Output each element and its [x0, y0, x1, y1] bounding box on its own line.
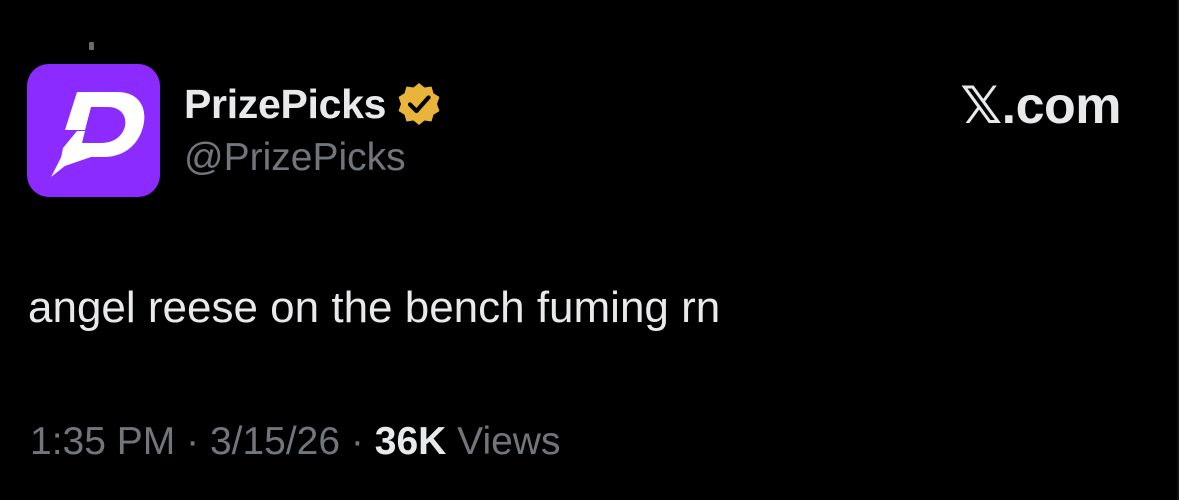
- handle[interactable]: @PrizePicks: [184, 132, 442, 184]
- post-text: angel reese on the bench fuming rn: [28, 283, 721, 332]
- views-label: Views: [457, 420, 561, 463]
- status-dot: [89, 42, 94, 50]
- meta-separator: ·: [350, 420, 364, 463]
- post-date[interactable]: 3/15/26: [210, 420, 340, 463]
- avatar[interactable]: [27, 64, 160, 197]
- name-row: PrizePicks: [184, 78, 442, 130]
- post-meta: 1:35 PM · 3/15/26 · 36K Views: [30, 418, 560, 466]
- prizepicks-logo-icon: [51, 92, 145, 177]
- x-com-logo: 𝕏.com: [960, 77, 1121, 135]
- author-block: PrizePicks @PrizePicks: [184, 78, 442, 184]
- display-name[interactable]: PrizePicks: [184, 78, 386, 130]
- verified-badge-icon: [396, 81, 442, 127]
- post-time[interactable]: 1:35 PM: [30, 420, 175, 463]
- views-count: 36K: [374, 420, 447, 463]
- meta-separator: ·: [186, 420, 200, 463]
